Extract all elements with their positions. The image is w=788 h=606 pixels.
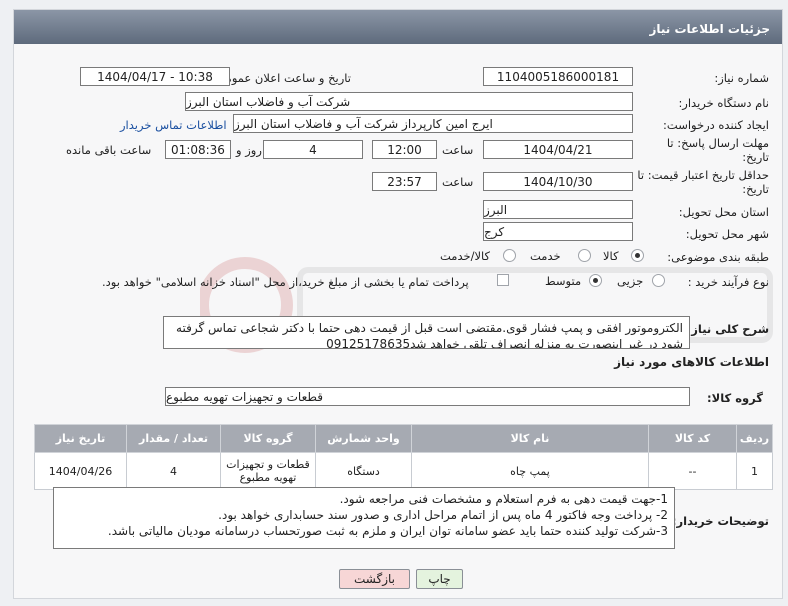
table-row: 1 -- پمپ چاه دستگاه قطعات و تجهیزات تهوی… — [34, 452, 773, 490]
payment-note: پرداخت تمام یا بخشی از مبلغ خرید،از محل … — [102, 275, 469, 289]
validity-time-field: 23:57 — [372, 172, 437, 191]
category-option-goods: کالا — [603, 249, 619, 263]
description-label: شرح کلی نیاز: — [686, 322, 769, 336]
purchase-option-medium: متوسط — [545, 274, 582, 288]
contact-buyer-link[interactable]: اطلاعات تماس خریدار — [120, 118, 227, 132]
col-qty: تعداد / مقدار — [126, 424, 221, 453]
remaining-time-field: 01:08:36 — [165, 140, 231, 159]
category-label: طبقه بندی موضوعی: — [667, 250, 769, 264]
description-textarea[interactable]: الکتروموتور افقی و پمپ فشار قوی.مقتضی اس… — [163, 316, 690, 349]
goods-group-label: گروه کالا: — [707, 391, 763, 405]
col-code: کد کالا — [648, 424, 737, 453]
treasury-checkbox[interactable] — [497, 274, 509, 286]
col-unit: واحد شمارش — [315, 424, 412, 453]
announce-label: تاریخ و ساعت اعلان عمومی: — [212, 71, 351, 85]
page-title: جزئیات اطلاعات نیاز — [14, 10, 782, 44]
buyer-notes-label: توضیحات خریدار: — [671, 514, 769, 528]
purchase-radio-minor[interactable] — [652, 274, 665, 287]
deadline-label: مهلت ارسال پاسخ: تا تاریخ: — [666, 136, 769, 164]
creator-label: ایجاد کننده درخواست: — [663, 118, 769, 132]
back-button[interactable]: بازگشت — [339, 569, 410, 589]
purchase-radio-medium[interactable] — [589, 274, 602, 287]
city-label: شهر محل تحویل: — [685, 227, 769, 241]
days-field: 4 — [263, 140, 363, 159]
category-radio-goods-service[interactable] — [503, 249, 516, 262]
goods-section-title: اطلاعات کالاهای مورد نیاز — [614, 355, 769, 369]
col-group: گروه کالا — [220, 424, 316, 453]
purchase-type-label: نوع فرآیند خرید : — [687, 275, 769, 289]
col-name: نام کالا — [411, 424, 649, 453]
announce-field: 1404/04/17 - 10:38 — [80, 67, 230, 86]
buyer-note-line: 1-جهت قیمت دهی به فرم استعلام و مشخصات ف… — [339, 492, 668, 506]
remaining-label: ساعت باقی مانده — [66, 143, 152, 157]
buyer-note-line: 3-شرکت تولید کننده حتما باید عضو سامانه … — [107, 524, 668, 538]
validity-time-label: ساعت — [442, 175, 474, 189]
deadline-time-field: 12:00 — [372, 140, 437, 159]
buyer-field: شرکت آب و فاضلاب استان البرز — [185, 92, 633, 111]
cell-unit: دستگاه — [315, 452, 412, 490]
cell-qty: 4 — [126, 452, 221, 490]
validity-date-field: 1404/10/30 — [483, 172, 633, 191]
col-date: تاریخ نیاز — [34, 424, 127, 453]
cell-group: قطعات و تجهیزات تهویه مطبوع — [220, 452, 316, 490]
purchase-option-minor: جزیی — [617, 274, 644, 288]
cell-code: -- — [648, 452, 737, 490]
cell-name: پمپ چاه — [411, 452, 649, 490]
cell-row: 1 — [736, 452, 773, 490]
print-button[interactable]: چاپ — [416, 569, 463, 589]
province-label: استان محل تحویل: — [678, 205, 769, 219]
cell-date: 1404/04/26 — [34, 452, 127, 490]
goods-table-header: ردیف کد کالا نام کالا واحد شمارش گروه کا… — [34, 424, 773, 453]
days-label: روز و — [236, 143, 262, 157]
category-radio-goods[interactable] — [631, 249, 644, 262]
goods-group-field: قطعات و تجهیزات تهویه مطبوع — [165, 387, 690, 406]
city-field: کرج — [483, 222, 633, 241]
buyer-label: نام دستگاه خریدار: — [678, 96, 769, 110]
need-number-label: شماره نیاز: — [714, 71, 769, 85]
buyer-notes-textarea[interactable]: 1-جهت قیمت دهی به فرم استعلام و مشخصات ف… — [53, 487, 675, 549]
validity-label: حداقل تاریخ اعتبار قیمت: تا تاریخ: — [637, 168, 769, 196]
buyer-note-line: 2- پرداخت وجه فاکتور 4 ماه پس از اتمام م… — [218, 508, 668, 522]
category-option-service: خدمت — [530, 249, 561, 263]
deadline-time-label: ساعت — [442, 143, 474, 157]
creator-field: ایرج امین کارپرداز شرکت آب و فاضلاب استا… — [233, 114, 633, 133]
province-field: البرز — [483, 200, 633, 219]
need-number-field: 1104005186000181 — [483, 67, 633, 86]
category-option-goods-service: کالا/خدمت — [440, 249, 491, 263]
category-radio-service[interactable] — [578, 249, 591, 262]
col-row: ردیف — [736, 424, 773, 453]
deadline-date-field: 1404/04/21 — [483, 140, 633, 159]
goods-table: ردیف کد کالا نام کالا واحد شمارش گروه کا… — [34, 424, 773, 490]
